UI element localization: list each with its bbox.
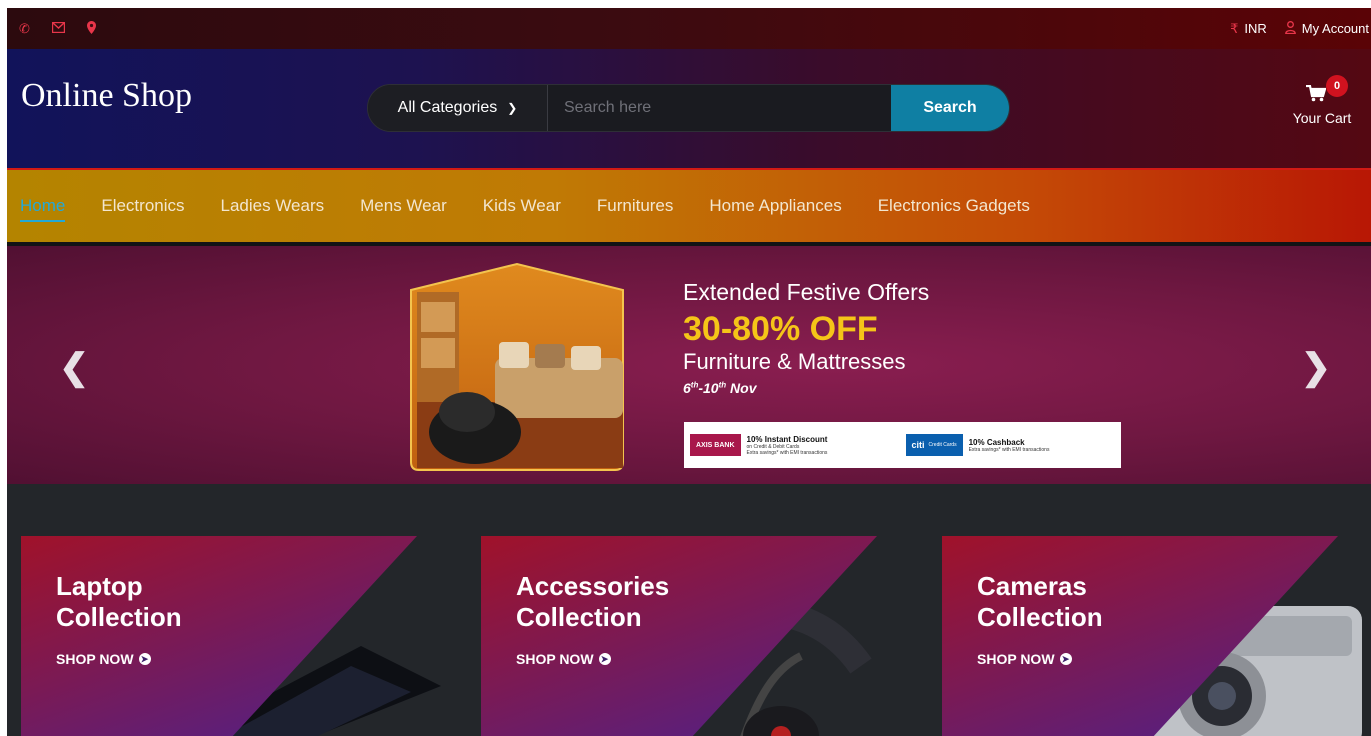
citi-offer-note: Extra savings* with EMI transactions — [968, 446, 1050, 453]
promo-date: 6th-10th Nov — [683, 380, 757, 396]
furniture-promo-image — [410, 262, 624, 471]
bank-offer-strip: AXIS BANK 10% Instant Discount on Credit… — [684, 422, 1121, 468]
header: Online Shop All Categories ❯ Search here… — [7, 49, 1371, 168]
rupee-icon: ₹ — [1230, 20, 1239, 36]
site-logo[interactable]: Online Shop — [21, 77, 192, 115]
promo-category: Furniture & Mattresses — [683, 349, 906, 374]
hero-carousel: ❮ ❯ Extended Festive Offers 30-80% OFF F… — [7, 246, 1371, 484]
arrow-circle-right-icon: ➤ — [138, 653, 151, 665]
cart-label: Your Cart — [1292, 110, 1352, 126]
chevron-left-icon[interactable]: ❮ — [59, 346, 89, 388]
accessories-collection-card[interactable]: Accessories Collection SHOP NOW ➤ — [481, 536, 907, 736]
arrow-circle-right-icon: ➤ — [598, 653, 611, 665]
nav-item-ladies-wears[interactable]: Ladies Wears — [221, 196, 325, 216]
nav-item-furnitures[interactable]: Furnitures — [597, 196, 674, 216]
chevron-down-icon: ❯ — [507, 101, 518, 115]
main-nav: Home Electronics Ladies Wears Mens Wear … — [7, 168, 1371, 242]
chevron-right-icon[interactable]: ❯ — [1301, 346, 1331, 388]
location-icon[interactable] — [86, 21, 96, 36]
axis-offer-title: 10% Instant Discount — [746, 434, 828, 444]
nav-item-electronics[interactable]: Electronics — [101, 196, 184, 216]
currency-selector[interactable]: ₹ INR — [1230, 21, 1267, 37]
arrow-circle-right-icon: ➤ — [1059, 653, 1072, 665]
page-frame: ✆ ₹ INR My Account Online Shop All Categ… — [7, 8, 1371, 736]
category-select[interactable]: All Categories ❯ — [368, 85, 548, 131]
nav-item-mens-wear[interactable]: Mens Wear — [360, 196, 447, 216]
citi-offer-title: 10% Cashback — [968, 437, 1025, 447]
my-account-link[interactable]: My Account — [1284, 20, 1369, 37]
shop-now-link[interactable]: SHOP NOW ➤ — [977, 651, 1072, 667]
shop-now-link[interactable]: SHOP NOW ➤ — [56, 651, 151, 667]
user-icon — [1284, 20, 1296, 37]
citi-bank-logo: citi Credit Cards — [905, 434, 963, 456]
laptop-collection-card[interactable]: Laptop Collection SHOP NOW ➤ — [21, 536, 447, 736]
axis-bank-logo: AXIS BANK — [690, 434, 741, 456]
axis-bank-offer: AXIS BANK 10% Instant Discount on Credit… — [690, 434, 900, 456]
citi-bank-offer: citi Credit Cards 10% Cashback Extra savi… — [905, 434, 1116, 456]
cart-count-badge: 0 — [1326, 75, 1348, 97]
promo-discount: 30-80% OFF — [683, 310, 878, 348]
promo-title: Extended Festive Offers — [683, 279, 930, 305]
nav-item-kids-wear[interactable]: Kids Wear — [483, 196, 561, 216]
top-bar: ✆ ₹ INR My Account — [7, 8, 1371, 49]
phone-icon[interactable]: ✆ — [19, 22, 30, 35]
nav-item-home[interactable]: Home — [20, 196, 66, 222]
category-selected: All Categories — [397, 99, 498, 116]
currency-label: INR — [1244, 21, 1267, 36]
nav-item-electronics-gadgets[interactable]: Electronics Gadgets — [878, 196, 1030, 216]
collection-title: Accessories Collection — [516, 571, 670, 632]
nav-item-home-appliances[interactable]: Home Appliances — [709, 196, 841, 216]
my-account-label: My Account — [1301, 21, 1369, 36]
axis-offer-note: Extra savings* with EMI transactions — [746, 449, 828, 456]
collection-title: Cameras Collection — [977, 571, 1103, 632]
cart-button[interactable]: 0 Your Cart — [1287, 75, 1357, 126]
mail-icon[interactable] — [51, 21, 66, 35]
search-button[interactable]: Search — [891, 85, 1009, 131]
search-input[interactable]: Search here — [548, 85, 891, 131]
shop-now-link[interactable]: SHOP NOW ➤ — [516, 651, 611, 667]
collection-title: Laptop Collection — [56, 571, 182, 632]
cameras-collection-card[interactable]: Cameras Collection SHOP NOW ➤ — [942, 536, 1368, 736]
search-bar: All Categories ❯ Search here Search — [367, 84, 1010, 132]
